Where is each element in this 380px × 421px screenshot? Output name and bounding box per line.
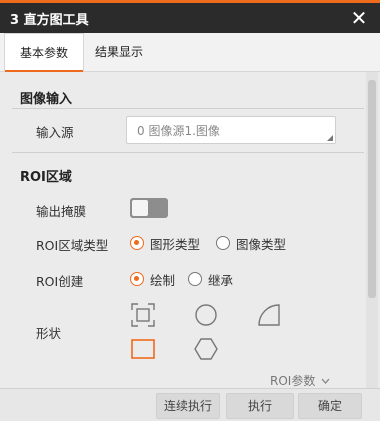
roi-params-toggle[interactable]: ROI参数 [270, 372, 330, 389]
polygon-icon[interactable] [193, 336, 219, 362]
radio-unchecked-icon [188, 272, 202, 286]
title-bar[interactable]: 3 直方图工具 ✕ [0, 3, 380, 33]
dialog-footer: 连续执行 执行 确定 [0, 388, 380, 421]
resize-grip-icon [327, 135, 333, 141]
radio-inherit[interactable]: 继承 [188, 270, 233, 288]
tab-bar: 基本参数 结果显示 [0, 33, 380, 72]
radio-image-type[interactable]: 图像类型 [216, 234, 286, 252]
input-source-label: 输入源 [36, 125, 74, 140]
output-mask-toggle[interactable] [130, 198, 168, 218]
section-title-image-input: 图像输入 [20, 92, 73, 107]
continuous-execute-button[interactable]: 连续执行 [156, 393, 220, 419]
vertical-scrollbar[interactable] [366, 72, 378, 390]
radio-image-type-label: 图像类型 [236, 236, 287, 252]
input-source-field[interactable]: 0 图像源1.图像 [126, 116, 336, 144]
toggle-knob [132, 200, 148, 216]
rectangle-icon[interactable] [130, 336, 156, 362]
input-source-value: 0 图像源1.图像 [137, 124, 220, 138]
sector-icon[interactable] [256, 302, 282, 328]
chevron-down-icon [321, 378, 330, 384]
section-title-roi-area: ROI区域 [20, 170, 72, 185]
settings-panel: 图像输入 输入源 0 图像源1.图像 ROI区域 输出掩膜 ROI区域类型 图形… [4, 72, 364, 390]
radio-checked-icon [130, 272, 144, 286]
radio-draw[interactable]: 绘制 [130, 270, 175, 288]
tab-basic-params[interactable]: 基本参数 [4, 33, 84, 72]
tab-result-display[interactable]: 结果显示 [95, 33, 143, 71]
radio-unchecked-icon [216, 236, 230, 250]
fullscreen-rect-icon[interactable] [130, 302, 156, 328]
radio-shape-type[interactable]: 图形类型 [130, 234, 200, 252]
section-divider [12, 108, 364, 109]
circle-icon[interactable] [193, 302, 219, 328]
radio-inherit-label: 继承 [208, 272, 234, 288]
roi-type-label: ROI区域类型 [36, 238, 109, 253]
output-mask-label: 输出掩膜 [36, 204, 87, 219]
section-divider [12, 152, 364, 153]
scrollbar-thumb[interactable] [368, 80, 376, 298]
dialog-title: 3 直方图工具 [10, 13, 89, 28]
shape-label: 形状 [36, 326, 62, 341]
radio-draw-label: 绘制 [150, 272, 176, 288]
close-icon[interactable]: ✕ [346, 5, 372, 31]
roi-params-label: ROI参数 [270, 374, 316, 388]
radio-shape-type-label: 图形类型 [150, 236, 201, 252]
confirm-button[interactable]: 确定 [298, 393, 362, 419]
histogram-tool-dialog: 3 直方图工具 ✕ 基本参数 结果显示 图像输入 输入源 0 图像源1.图像 R… [0, 0, 380, 421]
roi-create-label: ROI创建 [36, 274, 84, 289]
execute-button[interactable]: 执行 [226, 393, 294, 419]
radio-checked-icon [130, 236, 144, 250]
